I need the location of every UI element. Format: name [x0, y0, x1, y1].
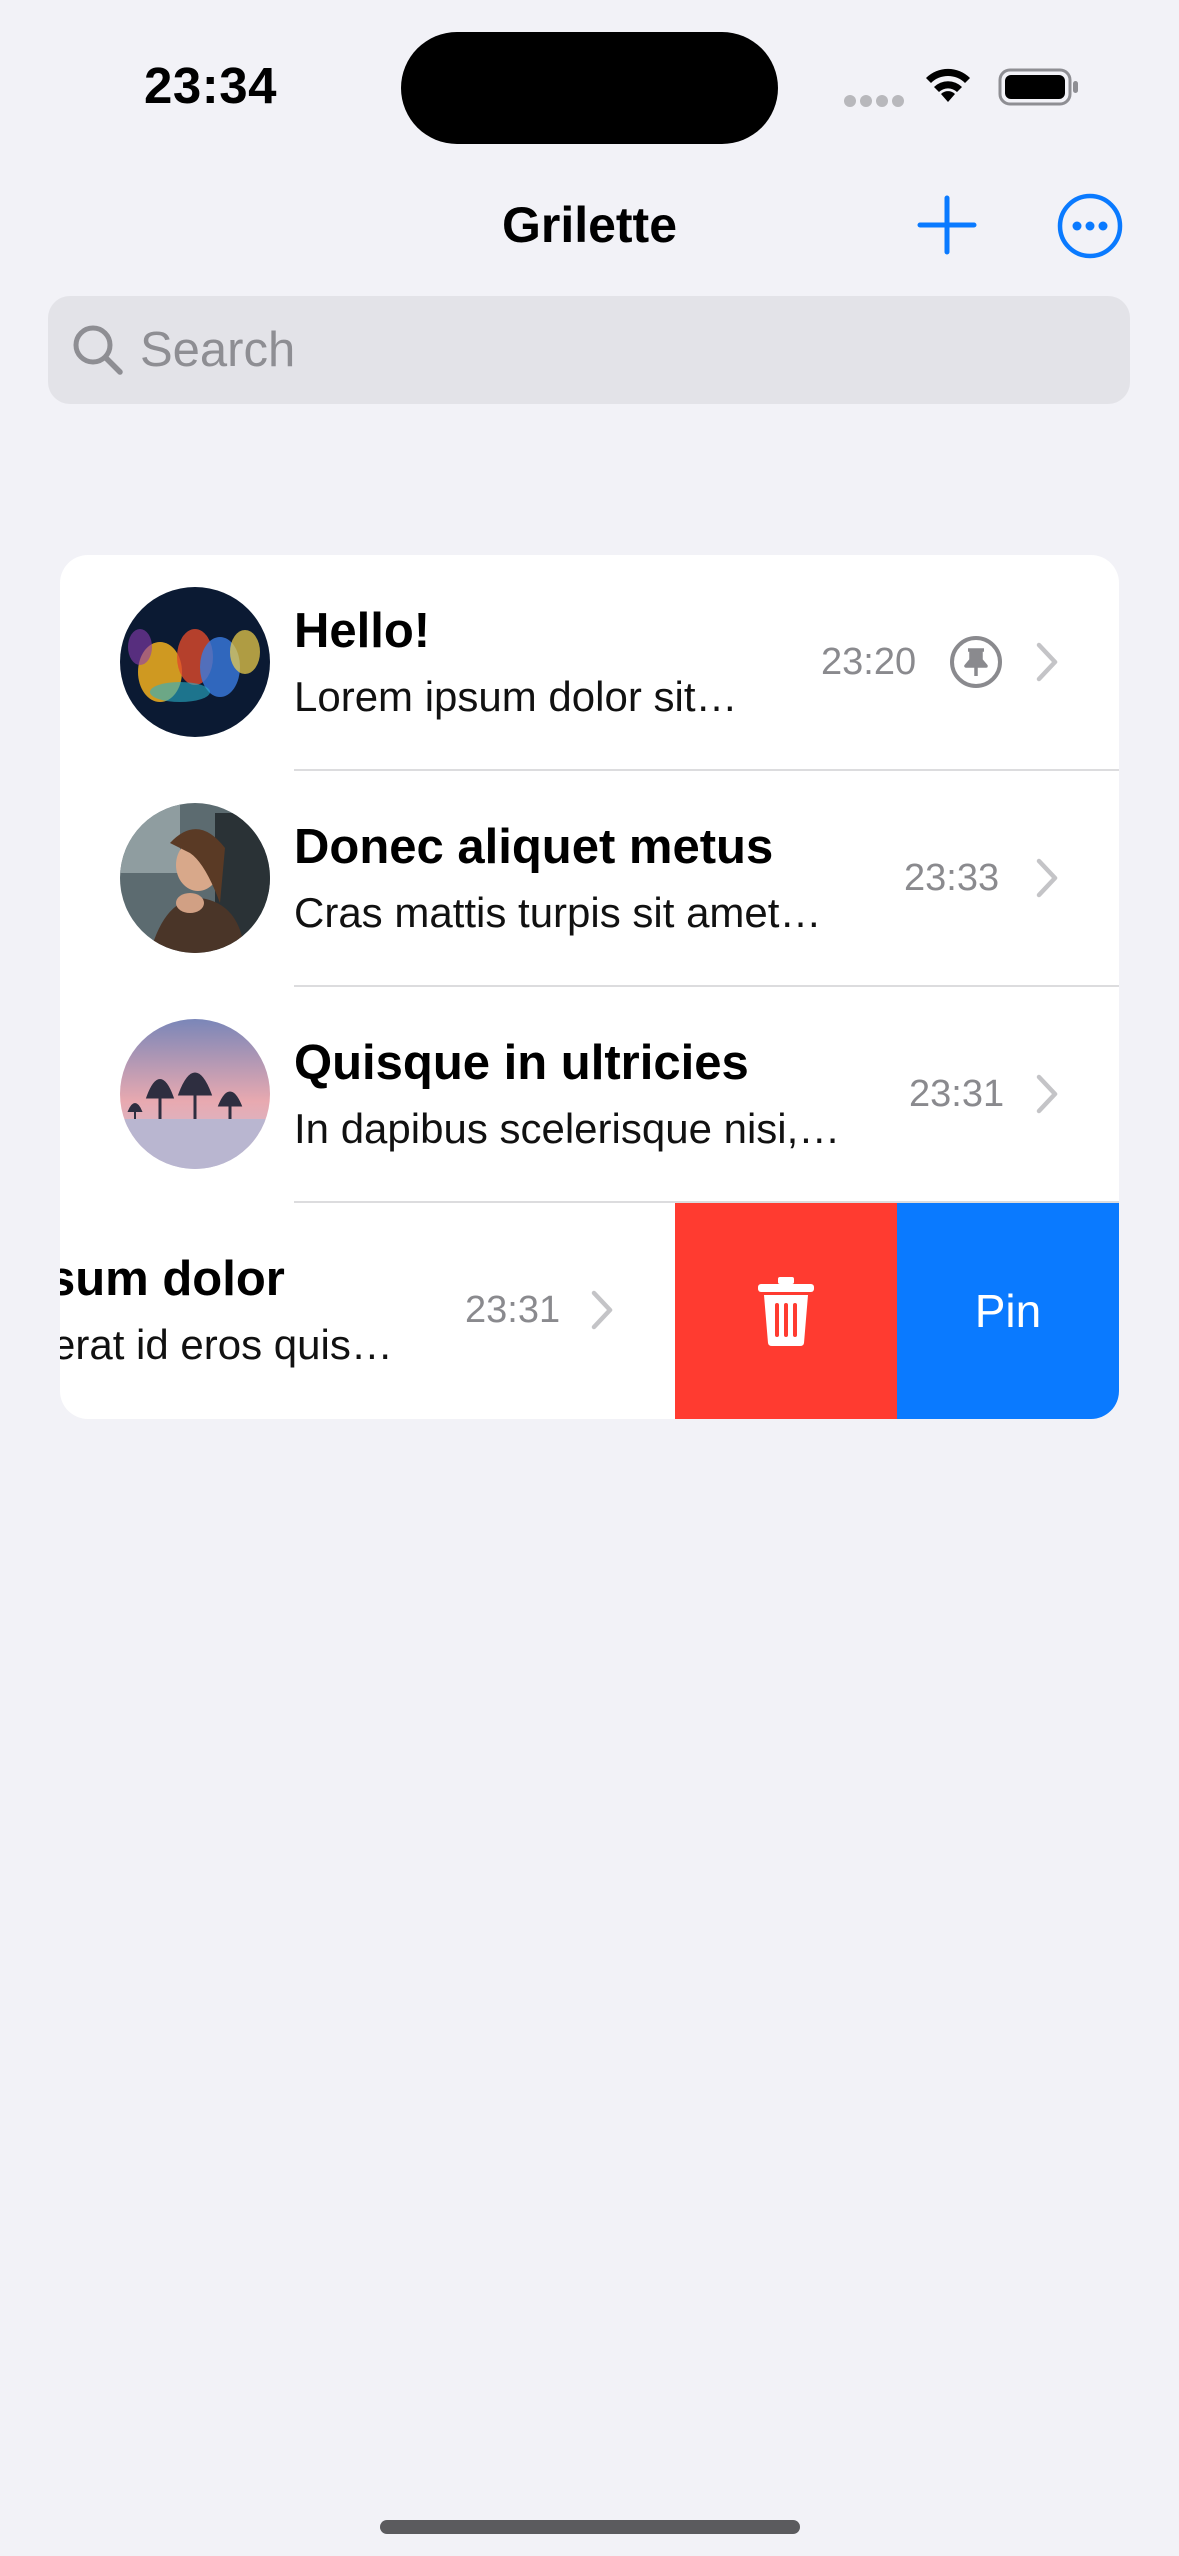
conversation-title: Donec aliquet metus [294, 820, 774, 874]
conversation-title: Quisque in ultricies [294, 1036, 749, 1090]
conversation-row[interactable]: Quisque in ultricies In dapibus sceleris… [60, 987, 1119, 1203]
pin-button[interactable]: Pin [897, 1203, 1119, 1419]
delete-button[interactable] [675, 1203, 897, 1419]
chevron-right-icon [1036, 642, 1058, 682]
cellular-signal-icon [844, 95, 904, 107]
home-indicator[interactable] [380, 2520, 800, 2534]
avatar [120, 803, 270, 953]
search-input[interactable] [140, 312, 1040, 388]
status-time: 23:34 [144, 57, 277, 114]
battery-icon [998, 68, 1078, 106]
avatar [120, 1019, 270, 1169]
conversation-preview: Cras mattis turpis sit amet… [294, 889, 822, 936]
conversation-time: 23:31 [909, 1073, 1005, 1115]
conversation-time: 23:31 [465, 1289, 561, 1331]
chevron-right-icon [1036, 1074, 1058, 1114]
chevron-right-icon [591, 1290, 613, 1330]
conversation-row[interactable]: Donec aliquet metus Cras mattis turpis s… [60, 771, 1119, 987]
conversation-preview: erat id eros quis… [60, 1321, 393, 1368]
conversation-time: 23:33 [904, 857, 1000, 899]
conversation-list: Hello! Lorem ipsum dolor sit… 23:20 Done… [60, 555, 1119, 1419]
chevron-right-icon [1036, 858, 1058, 898]
search-icon [73, 325, 123, 375]
pinned-icon [950, 636, 1002, 688]
conversation-time: 23:20 [821, 641, 917, 683]
conversation-preview: Lorem ipsum dolor sit… [294, 673, 738, 720]
page-title: Grilette [501, 197, 678, 253]
conversation-title: Hello! [294, 604, 431, 658]
dynamic-island [401, 32, 778, 144]
conversation-row-swiped[interactable]: sum dolor erat id eros quis… 23:31 Pin [60, 1203, 1119, 1419]
trash-icon [758, 1277, 814, 1346]
compose-button[interactable] [912, 190, 982, 260]
wifi-icon [926, 68, 970, 102]
conversation-row[interactable]: Hello! Lorem ipsum dolor sit… 23:20 [60, 555, 1119, 771]
avatar [120, 587, 270, 737]
conversation-preview: In dapibus scelerisque nisi,… [294, 1105, 841, 1152]
conversation-title: sum dolor [60, 1252, 285, 1306]
pin-button-label: Pin [974, 1285, 1042, 1337]
more-options-button[interactable] [1056, 192, 1124, 260]
